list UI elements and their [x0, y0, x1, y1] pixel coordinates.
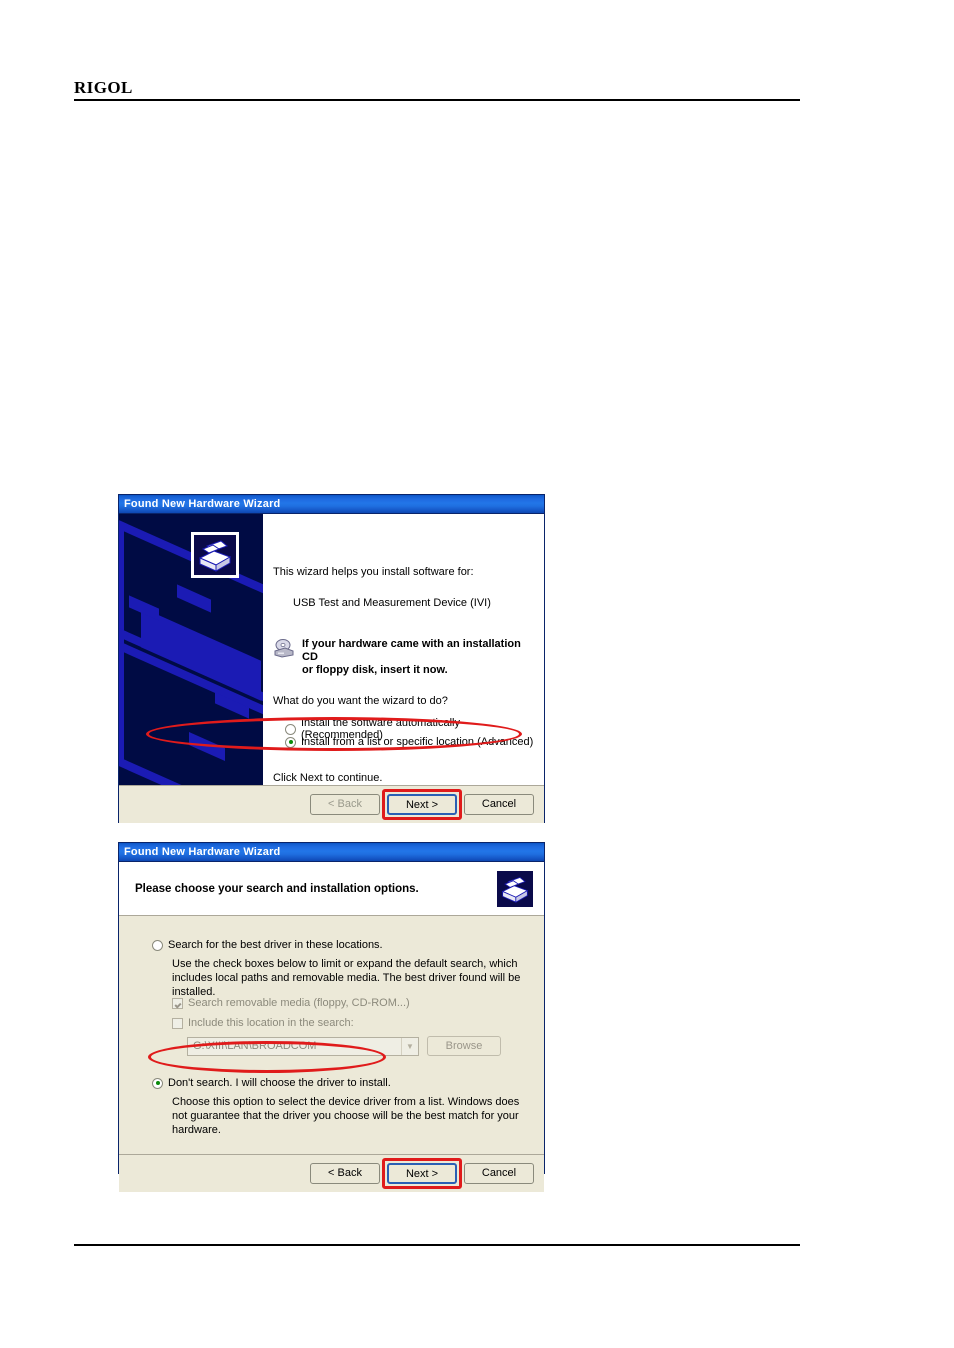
dialog1-button-bar: < Back Next > Cancel: [119, 785, 544, 823]
dialog2-button-bar: < Back Next > Cancel: [119, 1154, 544, 1192]
next-button[interactable]: Next >: [387, 1163, 457, 1184]
brand-logo: RIGOL: [74, 78, 133, 97]
next-button-wrapper[interactable]: Next >: [382, 789, 462, 820]
location-combobox[interactable]: G:\XIII\LAN\BROADCOM ▼: [187, 1036, 419, 1056]
chevron-down-icon[interactable]: ▼: [401, 1037, 418, 1055]
radio-dont-search[interactable]: Don't search. I will choose the driver t…: [152, 1076, 391, 1090]
search-best-driver-description: Use the check boxes below to limit or ex…: [172, 958, 521, 998]
wizard-sidebar-graphic: [119, 514, 263, 785]
location-row: G:\XIII\LAN\BROADCOM ▼ Browse: [187, 1036, 501, 1056]
wizard-intro-text: This wizard helps you install software f…: [273, 566, 474, 578]
hardware-wizard-icon: [496, 869, 534, 908]
radio-label: Don't search. I will choose the driver t…: [168, 1077, 391, 1089]
dialog1-content: This wizard helps you install software f…: [263, 514, 544, 785]
hardware-wizard-icon: [191, 532, 239, 578]
header-divider: [74, 99, 800, 101]
device-name-text: USB Test and Measurement Device (IVI): [293, 597, 491, 609]
checkbox-label: Include this location in the search:: [188, 1017, 354, 1029]
dialog2-body: Search for the best driver in these loca…: [119, 916, 544, 1154]
checkbox-icon[interactable]: [172, 997, 183, 1009]
location-value: G:\XIII\LAN\BROADCOM: [193, 1040, 317, 1052]
radio-circle-icon[interactable]: [152, 1077, 163, 1089]
dialog2-heading: Please choose your search and installati…: [135, 882, 419, 895]
browse-button[interactable]: Browse: [427, 1036, 501, 1056]
click-next-text: Click Next to continue.: [273, 772, 383, 784]
dialog2-header: Please choose your search and installati…: [119, 862, 544, 916]
cd-note-line-2: or floppy disk, insert it now.: [302, 664, 448, 676]
radio-search-best-driver[interactable]: Search for the best driver in these loca…: [152, 938, 383, 952]
footer-divider: [74, 1244, 800, 1246]
cd-note-line-1: If your hardware came with an installati…: [302, 638, 521, 663]
found-new-hardware-wizard-dialog-1[interactable]: Found New Hardware Wizard This wizard he…: [118, 494, 545, 823]
radio-circle-icon[interactable]: [285, 736, 296, 748]
back-button: < Back: [310, 794, 380, 815]
dont-search-description: Choose this option to select the device …: [172, 1096, 520, 1136]
page-header: RIGOL: [74, 78, 800, 98]
next-button[interactable]: Next >: [387, 794, 457, 815]
wizard-question-text: What do you want the wizard to do?: [273, 695, 448, 707]
dialog1-titlebar: Found New Hardware Wizard: [119, 495, 544, 514]
radio-circle-icon[interactable]: [285, 723, 296, 735]
installation-cd-note: If your hardware came with an installati…: [273, 638, 523, 677]
cd-disk-icon: [273, 638, 295, 677]
found-new-hardware-wizard-dialog-2[interactable]: Found New Hardware Wizard Please choose …: [118, 842, 545, 1192]
checkbox-label: Search removable media (floppy, CD-ROM..…: [188, 997, 410, 1009]
dialog2-titlebar: Found New Hardware Wizard: [119, 843, 544, 862]
radio-circle-icon[interactable]: [152, 939, 163, 951]
checkbox-search-removable-media[interactable]: Search removable media (floppy, CD-ROM..…: [172, 996, 410, 1010]
cd-note-text: If your hardware came with an installati…: [302, 638, 523, 677]
checkbox-icon[interactable]: [172, 1017, 183, 1029]
cancel-button[interactable]: Cancel: [464, 1163, 534, 1184]
radio-label: Install from a list or specific location…: [301, 736, 534, 748]
next-button-wrapper[interactable]: Next >: [382, 1158, 462, 1189]
back-button[interactable]: < Back: [310, 1163, 380, 1184]
checkbox-include-this-location[interactable]: Include this location in the search:: [172, 1016, 354, 1030]
radio-install-from-list[interactable]: Install from a list or specific location…: [285, 736, 533, 748]
cancel-button[interactable]: Cancel: [464, 794, 534, 815]
radio-label: Search for the best driver in these loca…: [168, 939, 383, 951]
dialog1-body: This wizard helps you install software f…: [119, 514, 544, 785]
